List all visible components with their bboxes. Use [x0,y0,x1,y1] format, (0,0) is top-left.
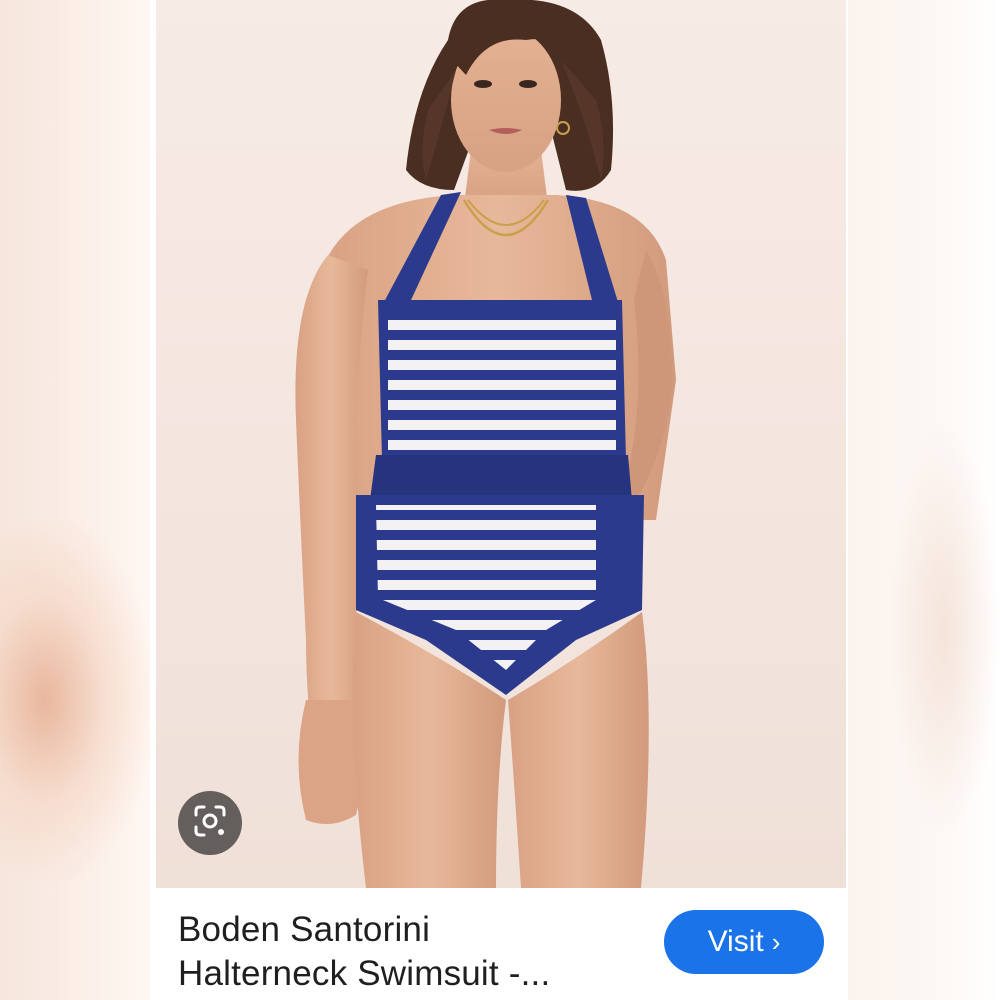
product-image[interactable] [156,0,846,888]
image-result-screen: Boden Santorini Halterneck Swimsuit -...… [0,0,1000,1000]
result-title[interactable]: Boden Santorini Halterneck Swimsuit -... [178,908,648,996]
result-title-line-2: Halterneck Swimsuit -... [178,954,551,993]
swimsuit-waistband [370,455,632,500]
left-blurred-panel [0,0,150,1000]
chevron-right-icon: › [771,927,781,957]
visit-button[interactable]: Visit › [664,910,824,974]
right-blurred-panel [848,0,1000,1000]
lens-button[interactable] [178,791,242,855]
visit-button-label: Visit [707,925,764,958]
result-title-line-1: Boden Santorini [178,910,431,949]
google-lens-icon [192,803,228,844]
